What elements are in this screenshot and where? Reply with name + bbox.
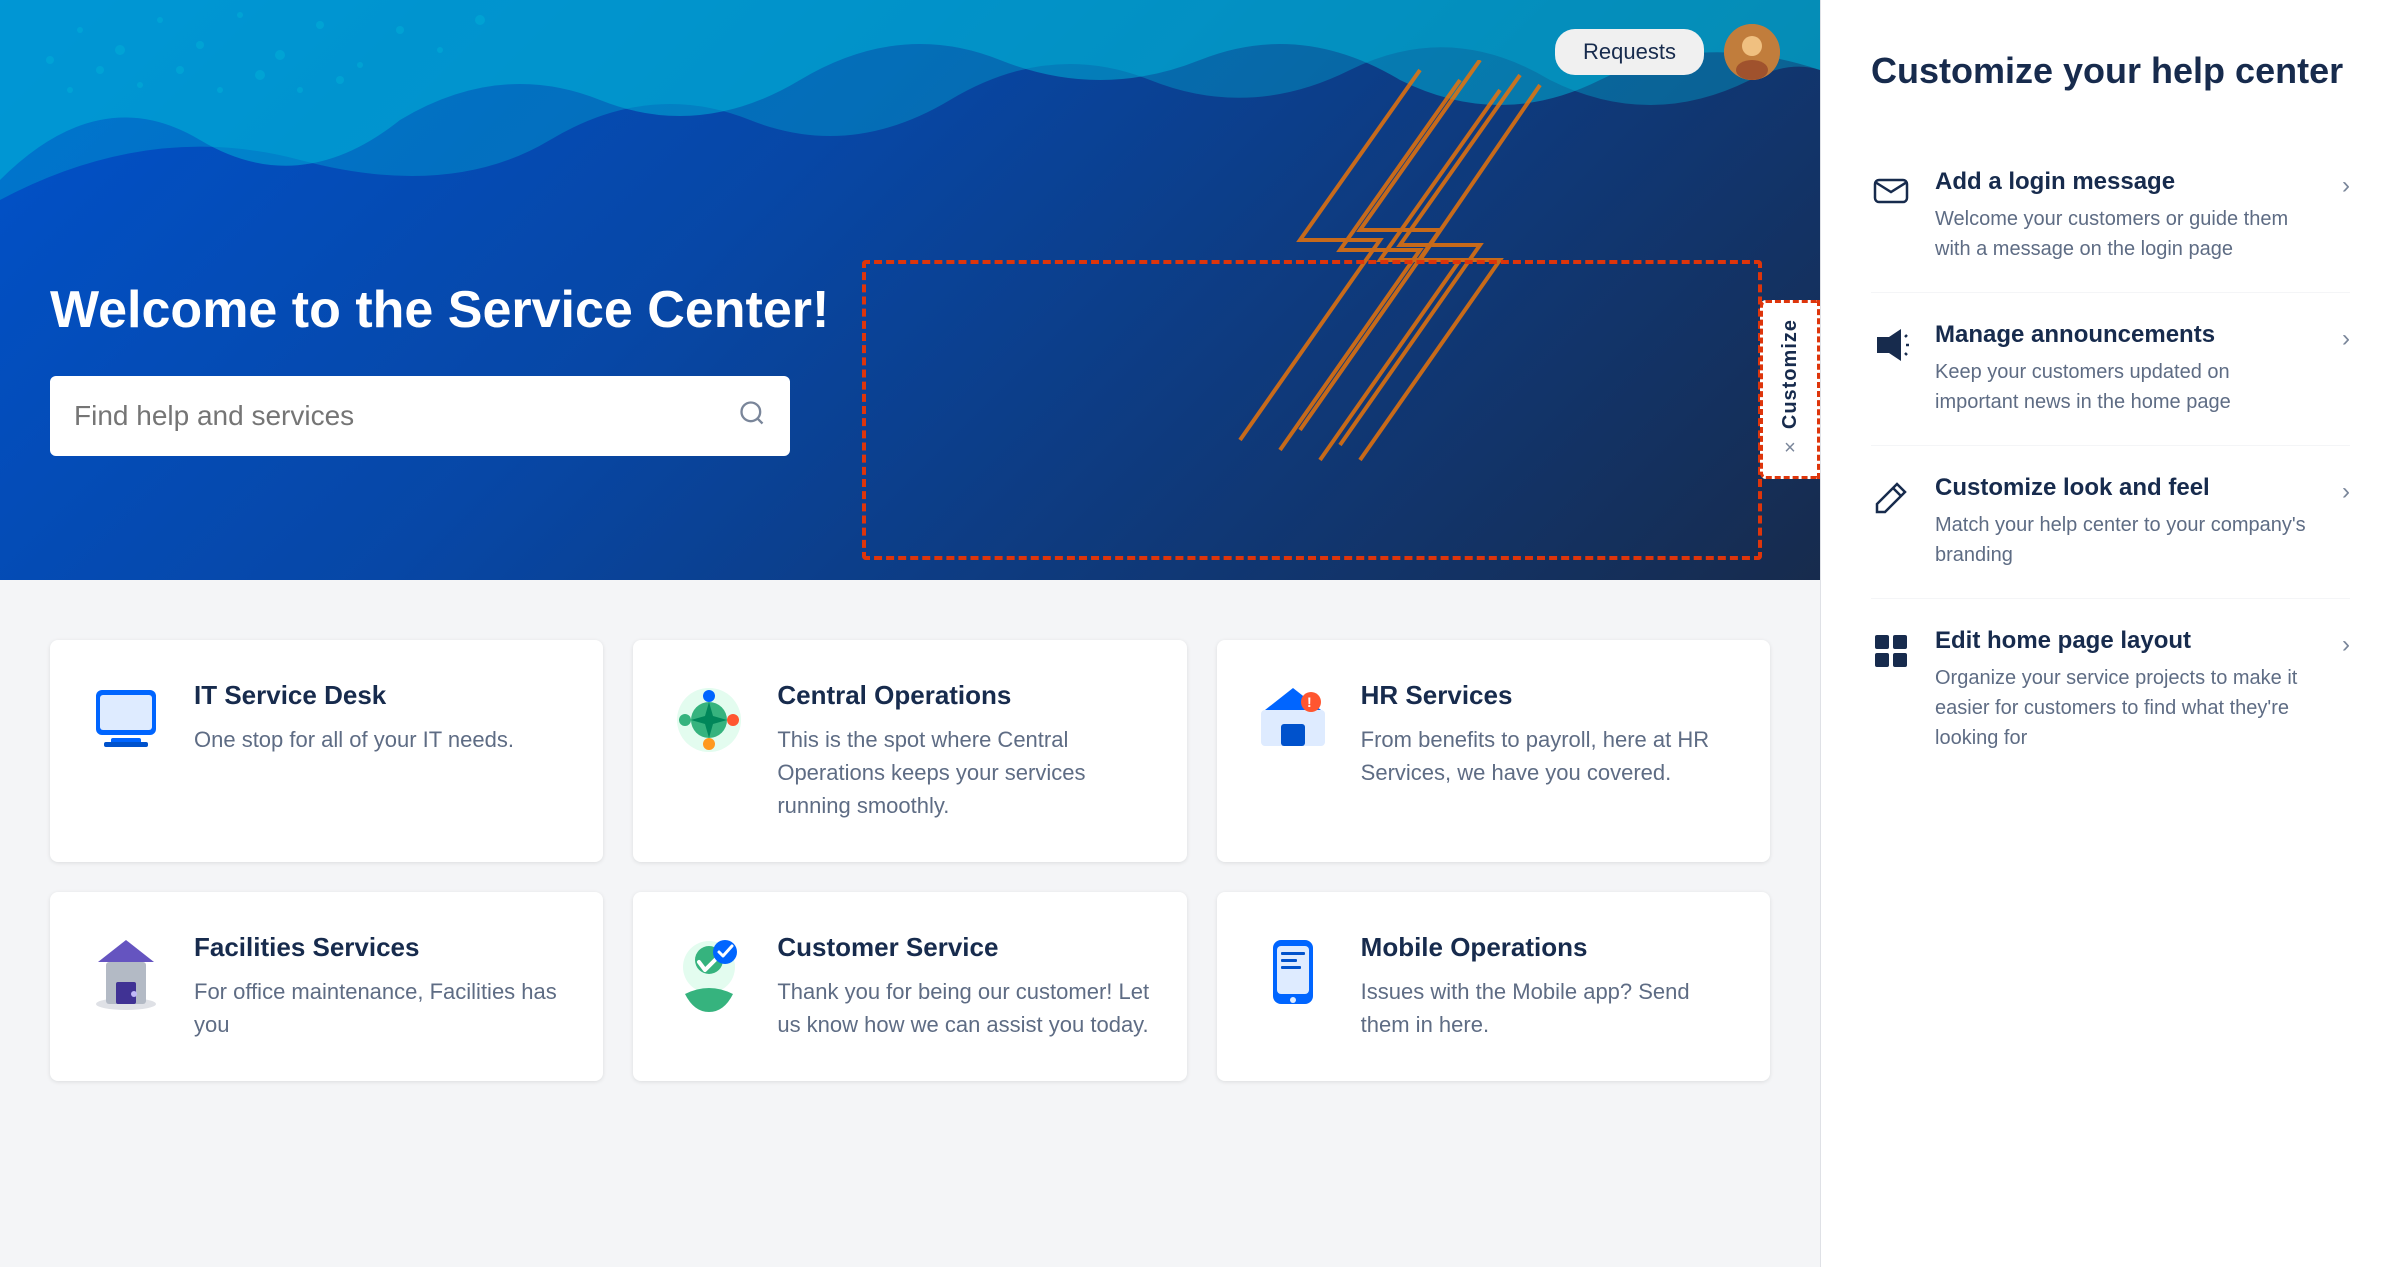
panel-title: Customize your help center	[1871, 50, 2350, 92]
panel-item-home-layout[interactable]: Edit home page layout Organize your serv…	[1871, 599, 2350, 781]
list-item[interactable]: Mobile Operations Issues with the Mobile…	[1217, 892, 1770, 1081]
hero-content: Welcome to the Service Center!	[0, 0, 1820, 456]
arrow-icon: ›	[2342, 325, 2350, 353]
panel-item-body: Edit home page layout Organize your serv…	[1935, 627, 2318, 753]
card-text: IT Service Desk One stop for all of your…	[194, 680, 514, 756]
search-input[interactable]	[74, 400, 738, 432]
announcements-icon	[1871, 325, 1911, 365]
svg-text:!: !	[1307, 694, 1312, 710]
panel-item-description: Organize your service projects to make i…	[1935, 663, 2318, 753]
cards-grid: IT Service Desk One stop for all of your…	[50, 640, 1770, 1081]
card-text: Customer Service Thank you for being our…	[777, 932, 1150, 1041]
cards-section: IT Service Desk One stop for all of your…	[0, 580, 1820, 1267]
card-title: Facilities Services	[194, 932, 567, 963]
arrow-icon: ›	[2342, 478, 2350, 506]
panel-item-body: Customize look and feel Match your help …	[1935, 474, 2318, 570]
main-content: Requests Welcome to the Service Center!	[0, 0, 1820, 1267]
list-item[interactable]: Customer Service Thank you for being our…	[633, 892, 1186, 1081]
card-title: Central Operations	[777, 680, 1150, 711]
customize-tab[interactable]: Customize ×	[1760, 300, 1820, 479]
home-layout-icon	[1871, 631, 1911, 671]
card-title: Customer Service	[777, 932, 1150, 963]
arrow-icon: ›	[2342, 172, 2350, 200]
hero-section: Requests Welcome to the Service Center!	[0, 0, 1820, 580]
avatar[interactable]	[1724, 24, 1780, 80]
right-panel: Customize your help center Add a login m…	[1820, 0, 2400, 1267]
search-icon	[738, 399, 766, 434]
login-message-icon	[1871, 172, 1911, 212]
panel-item-title: Manage announcements	[1935, 321, 2318, 349]
card-title: Mobile Operations	[1361, 932, 1734, 963]
hr-services-icon: !	[1253, 680, 1333, 760]
card-text: Central Operations This is the spot wher…	[777, 680, 1150, 822]
card-description: From benefits to payroll, here at HR Ser…	[1361, 723, 1734, 789]
hero-title: Welcome to the Service Center!	[50, 280, 1770, 340]
card-title: HR Services	[1361, 680, 1734, 711]
mobile-ops-icon	[1253, 932, 1333, 1012]
panel-item-description: Match your help center to your company's…	[1935, 510, 2318, 570]
card-text: Facilities Services For office maintenan…	[194, 932, 567, 1041]
list-item[interactable]: Central Operations This is the spot wher…	[633, 640, 1186, 862]
customize-tab-label: Customize	[1779, 319, 1802, 429]
customer-service-icon	[669, 932, 749, 1012]
list-item[interactable]: IT Service Desk One stop for all of your…	[50, 640, 603, 862]
arrow-icon: ›	[2342, 631, 2350, 659]
requests-button[interactable]: Requests	[1555, 29, 1704, 75]
card-description: Issues with the Mobile app? Send them in…	[1361, 975, 1734, 1041]
close-icon[interactable]: ×	[1784, 437, 1796, 460]
panel-item-login-message[interactable]: Add a login message Welcome your custome…	[1871, 140, 2350, 293]
list-item[interactable]: Facilities Services For office maintenan…	[50, 892, 603, 1081]
it-desk-icon	[86, 680, 166, 760]
look-feel-icon	[1871, 478, 1911, 518]
panel-item-description: Welcome your customers or guide them wit…	[1935, 204, 2318, 264]
panel-item-title: Add a login message	[1935, 168, 2318, 196]
card-description: Thank you for being our customer! Let us…	[777, 975, 1150, 1041]
facilities-icon	[86, 932, 166, 1012]
panel-item-description: Keep your customers updated on important…	[1935, 357, 2318, 417]
panel-item-title: Customize look and feel	[1935, 474, 2318, 502]
panel-item-body: Add a login message Welcome your custome…	[1935, 168, 2318, 264]
card-description: This is the spot where Central Operation…	[777, 723, 1150, 822]
card-title: IT Service Desk	[194, 680, 514, 711]
panel-item-look-feel[interactable]: Customize look and feel Match your help …	[1871, 446, 2350, 599]
central-ops-icon	[669, 680, 749, 760]
card-description: For office maintenance, Facilities has y…	[194, 975, 567, 1041]
nav-bar: Requests	[1555, 24, 1780, 80]
search-bar	[50, 376, 790, 456]
card-text: Mobile Operations Issues with the Mobile…	[1361, 932, 1734, 1041]
panel-item-body: Manage announcements Keep your customers…	[1935, 321, 2318, 417]
card-text: HR Services From benefits to payroll, he…	[1361, 680, 1734, 789]
card-description: One stop for all of your IT needs.	[194, 723, 514, 756]
panel-item-announcements[interactable]: Manage announcements Keep your customers…	[1871, 293, 2350, 446]
panel-item-title: Edit home page layout	[1935, 627, 2318, 655]
list-item[interactable]: ! HR Services From benefits to payroll, …	[1217, 640, 1770, 862]
